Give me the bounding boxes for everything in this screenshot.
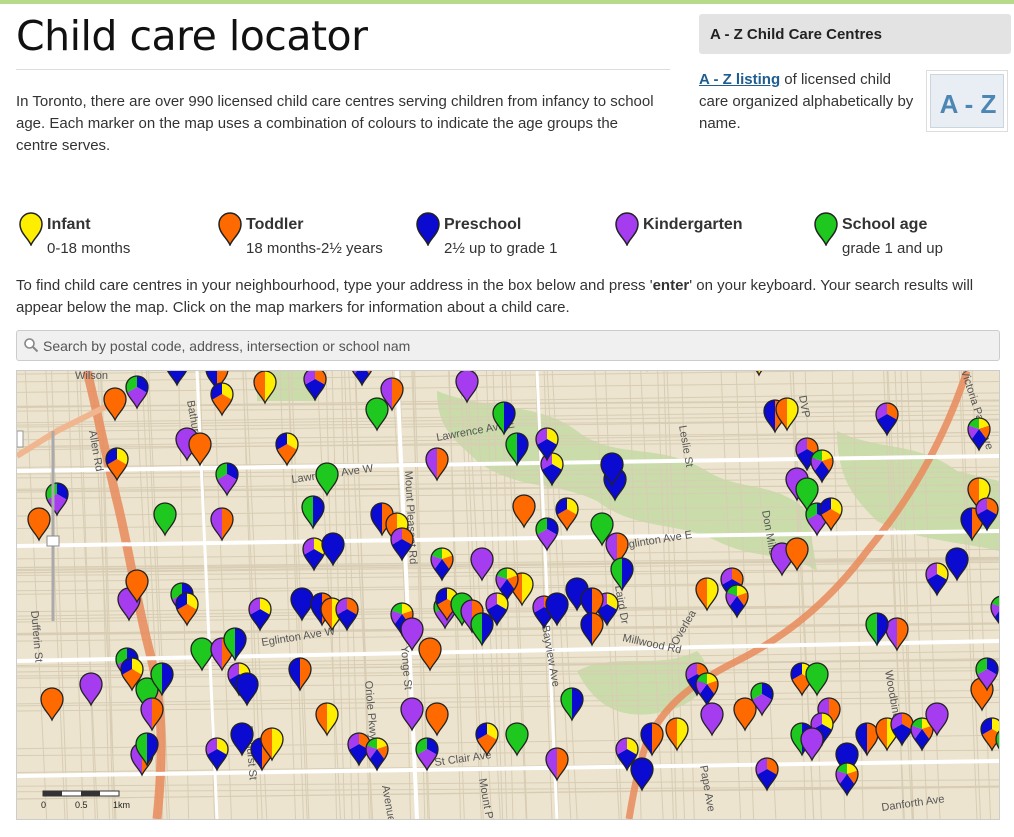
kindergarten-pin-icon — [615, 212, 639, 246]
zoom-thumb[interactable] — [46, 535, 60, 547]
search-box — [16, 330, 1000, 361]
search-icon — [24, 338, 39, 353]
legend-name: Preschool — [444, 216, 522, 233]
infant-pin-icon — [19, 212, 43, 246]
search-instructions: To find child care centres in your neigh… — [16, 275, 1006, 319]
map-view[interactable]: Wilson Lawrence Ave W Lawrence Ave E Mou… — [16, 370, 1000, 820]
az-heading-text: A - Z Child Care Centres — [710, 26, 882, 43]
az-logo-button[interactable]: A - Z — [926, 70, 1008, 132]
az-panel-heading: A - Z Child Care Centres — [699, 14, 1011, 54]
legend-range: 2½ up to grade 1 — [444, 240, 558, 257]
legend-range: grade 1 and up — [842, 240, 943, 257]
zoom-panel-handle[interactable] — [17, 430, 24, 448]
instructions-part1: To find child care centres in your neigh… — [16, 277, 653, 294]
page-title: Child care locator — [16, 12, 368, 60]
search-input[interactable] — [43, 334, 983, 358]
az-listing-link[interactable]: A - Z listing — [699, 71, 780, 88]
label-wilson: Wilson — [75, 371, 108, 382]
scale-half: 0.5 — [75, 800, 88, 810]
legend-range: 18 months-2½ years — [246, 240, 383, 257]
intro-text: In Toronto, there are over 990 licensed … — [16, 93, 654, 154]
legend-name: Kindergarten — [643, 216, 743, 233]
top-accent-bar — [0, 0, 1014, 4]
instructions-key: enter — [652, 277, 690, 294]
legend-name: Infant — [47, 216, 91, 233]
map-canvas[interactable]: Wilson Lawrence Ave W Lawrence Ave E Mou… — [17, 371, 999, 819]
scale-0: 0 — [41, 800, 46, 810]
az-logo-text: A - Z — [939, 89, 997, 119]
az-logo-box: A - Z — [930, 74, 1004, 128]
az-description: A - Z listing of licensed child care org… — [699, 69, 914, 135]
preschool-pin-icon — [416, 212, 440, 246]
legend-name: School age — [842, 216, 928, 233]
legend-name: Toddler — [246, 216, 304, 233]
scale-1km: 1km — [113, 800, 130, 810]
legend-range: 0-18 months — [47, 240, 131, 257]
toddler-pin-icon — [218, 212, 242, 246]
title-divider — [16, 69, 670, 70]
schoolage-pin-icon — [814, 212, 838, 246]
